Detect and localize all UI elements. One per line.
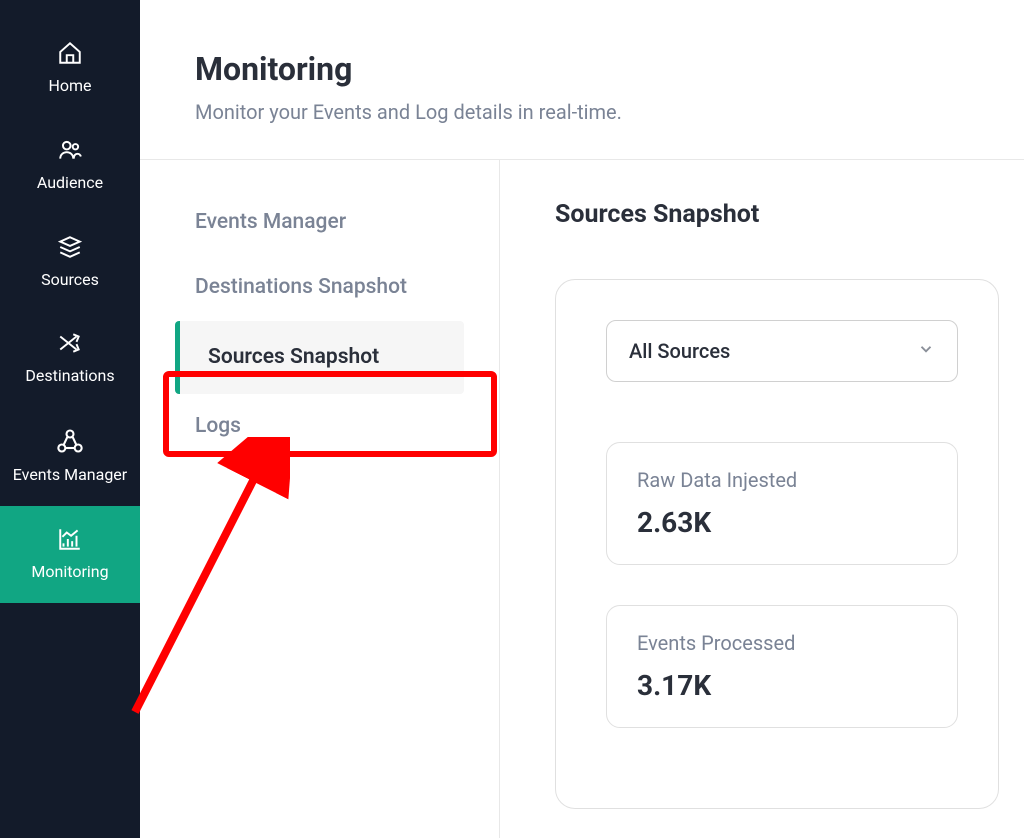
- chevron-down-icon: [917, 340, 935, 362]
- details-panel: Sources Snapshot All Sources Raw Data In…: [500, 160, 1024, 838]
- sidebar-item-events-manager[interactable]: Events Manager: [0, 407, 140, 506]
- subnav: Events Manager Destinations Snapshot Sou…: [140, 160, 500, 838]
- page-subtitle: Monitor your Events and Log details in r…: [195, 100, 969, 124]
- page-title: Monitoring: [195, 50, 969, 88]
- events-manager-icon: [56, 427, 84, 455]
- details-card: All Sources Raw Data Injested 2.63K Even…: [555, 279, 999, 809]
- sources-icon: [57, 234, 83, 260]
- details-title: Sources Snapshot: [555, 200, 999, 229]
- sidebar-item-home[interactable]: Home: [0, 20, 140, 117]
- sidebar-item-label: Audience: [37, 173, 103, 194]
- stat-label: Events Processed: [637, 631, 927, 655]
- audience-icon: [56, 137, 84, 163]
- sidebar-item-label: Sources: [41, 270, 99, 291]
- stat-label: Raw Data Injested: [637, 468, 927, 492]
- subnav-item-sources-snapshot[interactable]: Sources Snapshot: [175, 321, 464, 394]
- dropdown-label: All Sources: [629, 339, 730, 363]
- stat-card-events-processed: Events Processed 3.17K: [606, 605, 958, 728]
- sidebar-item-label: Monitoring: [31, 562, 108, 583]
- stat-value: 3.17K: [637, 669, 927, 702]
- stat-value: 2.63K: [637, 506, 927, 539]
- sidebar-item-sources[interactable]: Sources: [0, 214, 140, 311]
- sidebar-item-audience[interactable]: Audience: [0, 117, 140, 214]
- sidebar-item-label: Home: [48, 76, 91, 97]
- stat-card-raw-data: Raw Data Injested 2.63K: [606, 442, 958, 565]
- sidebar: Home Audience Sources: [0, 0, 140, 838]
- sidebar-item-label: Destinations: [25, 366, 114, 387]
- sidebar-item-label: Events Manager: [13, 465, 127, 486]
- home-icon: [57, 40, 83, 66]
- page-header: Monitoring Monitor your Events and Log d…: [140, 0, 1024, 160]
- monitoring-icon: [56, 526, 84, 552]
- subnav-item-destinations-snapshot[interactable]: Destinations Snapshot: [195, 255, 464, 320]
- sources-dropdown[interactable]: All Sources: [606, 320, 958, 382]
- subnav-item-events-manager[interactable]: Events Manager: [195, 190, 464, 255]
- sidebar-item-destinations[interactable]: Destinations: [0, 310, 140, 407]
- destinations-icon: [56, 330, 84, 356]
- main-content: Monitoring Monitor your Events and Log d…: [140, 0, 1024, 838]
- sidebar-item-monitoring[interactable]: Monitoring: [0, 506, 140, 603]
- content-area: Events Manager Destinations Snapshot Sou…: [140, 160, 1024, 838]
- subnav-item-logs[interactable]: Logs: [195, 394, 464, 459]
